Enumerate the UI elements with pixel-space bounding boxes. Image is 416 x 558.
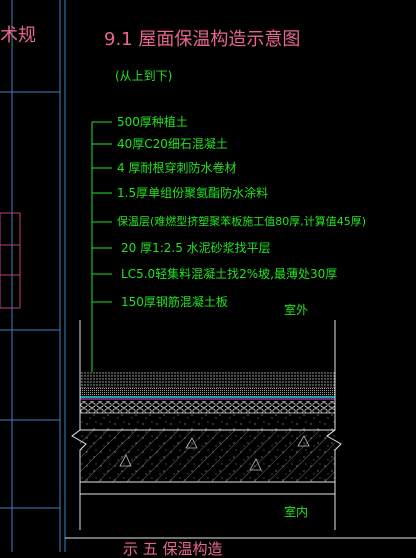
roof-section [71, 320, 342, 530]
layer-label-4: 1.5厚单组份聚氨酯防水涂料 [117, 186, 269, 200]
outdoor-label: 室外 [284, 303, 309, 317]
layer-label-8: 150厚钢筋混凝土板 [121, 295, 228, 309]
drawing-title: 9.1 屋面保温构造示意图 [104, 29, 301, 50]
sheet-grid-lines [0, 0, 66, 552]
layer-label-2: 40厚C20细石混凝土 [117, 137, 228, 151]
layer-label-1: 500厚种植土 [117, 115, 188, 129]
layer-lightweight-concrete [80, 413, 335, 430]
subtitle: (从上到下) [115, 69, 173, 83]
layer-label-6: 20 厚1:2.5 水泥砂浆找平层 [121, 241, 271, 255]
left-fragment-text: 术规 [0, 25, 36, 46]
layer-insulation [80, 401, 335, 413]
leader-lines [91, 121, 112, 372]
pink-table-outline [0, 212, 21, 309]
bottom-fragment-text: 示 五 保温构造 [123, 540, 223, 558]
indoor-label: 室内 [284, 505, 309, 519]
layer-label-5: 保温层(难燃型挤塑聚苯板施工值80厚,计算值45厚) [117, 215, 367, 228]
layer-label-7: LC5.0轻集料混凝土找2%坡,最薄处30厚 [121, 267, 338, 281]
layer-planting-soil [80, 372, 335, 388]
layer-fine-concrete [80, 388, 335, 396]
layer-label-3: 4 厚耐根穿刺防水卷材 [117, 161, 237, 175]
